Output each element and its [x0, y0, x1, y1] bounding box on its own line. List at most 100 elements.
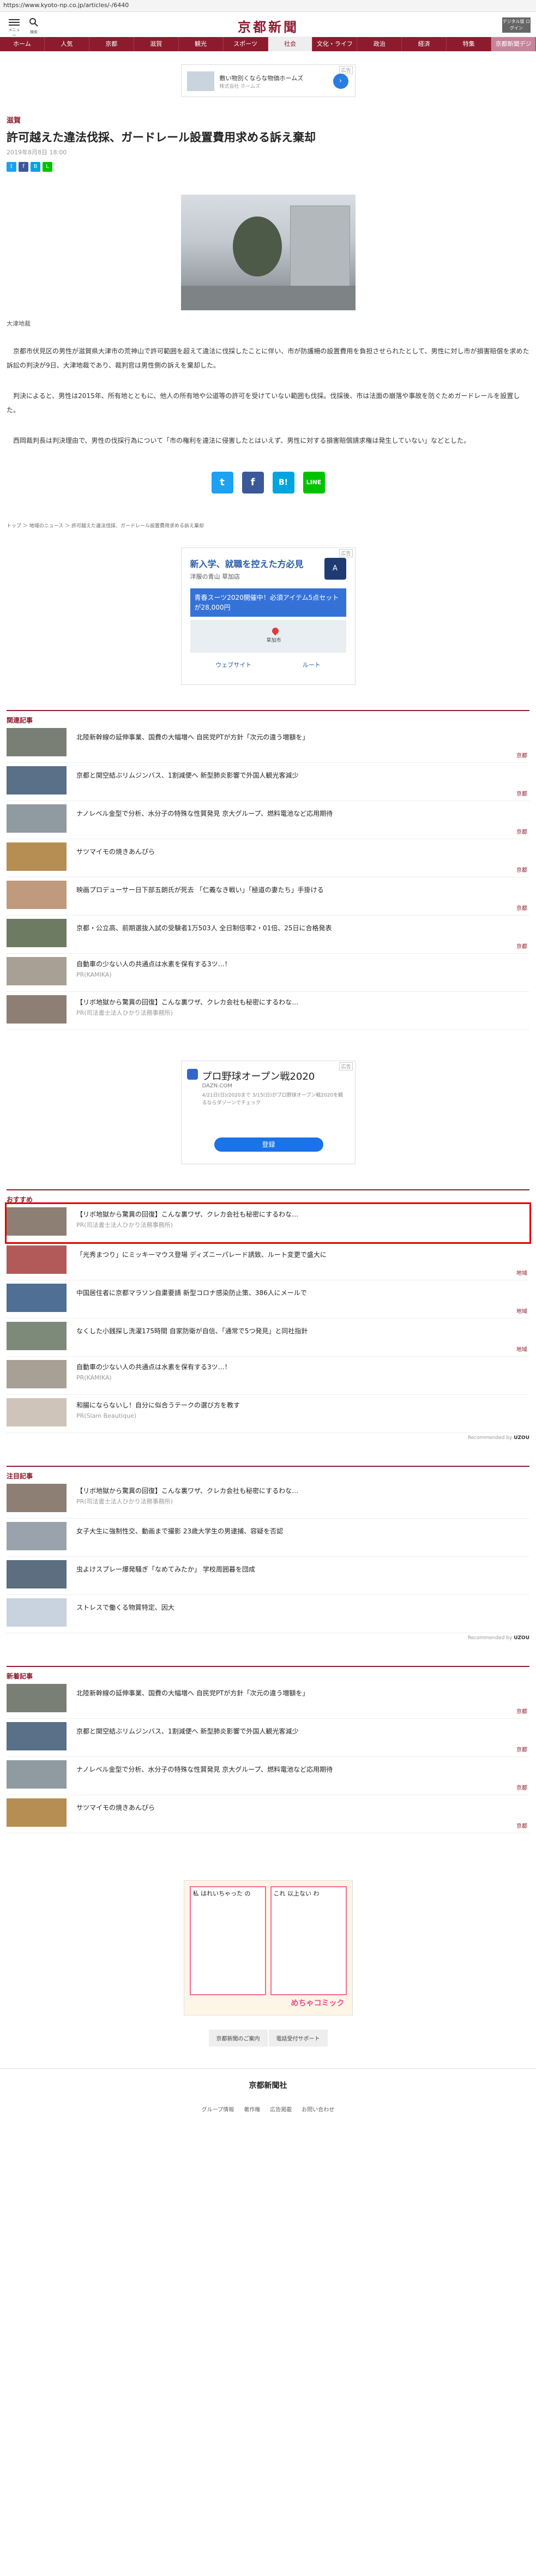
support-button[interactable]: 電話受付サポート	[268, 2030, 328, 2047]
thumbnail	[7, 728, 67, 756]
login-button[interactable]: デジタル版 ログイン	[502, 17, 531, 33]
nav-item-tourism[interactable]: 観光	[179, 37, 224, 51]
nav-item-economy[interactable]: 経済	[402, 37, 447, 51]
uzou-logo[interactable]: UZOU	[514, 1435, 529, 1441]
nav-item-culture[interactable]: 文化・ライフ	[312, 37, 358, 51]
list-item[interactable]: 女子大生に強制性交、動画まで撮影 23歳大学生の男逮捕、容疑を否認	[7, 1519, 529, 1557]
global-nav: ホーム 人気 京都 滋賀 観光 スポーツ 社会 文化・ライフ 政治 経済 特集 …	[0, 37, 536, 51]
thumbnail	[7, 957, 67, 985]
article-category[interactable]: 滋賀	[7, 115, 529, 125]
thumbnail	[7, 1522, 67, 1550]
address-bar[interactable]: https://www.kyoto-np.co.jp/articles/-/64…	[0, 0, 536, 12]
list-item[interactable]: 京都と関空結ぶリムジンバス、1割減便へ 新型肺炎影響で外国人観光客減少 京都	[7, 1719, 529, 1757]
site-logo[interactable]: 京都新聞	[224, 16, 313, 35]
list-item[interactable]: ナノレベル金型で分析、水分子の特殊な性質発見 京大グループ、燃料電池など応用期待…	[7, 1757, 529, 1795]
guide-button[interactable]: 京都新聞のご案内	[208, 2030, 268, 2047]
list-item[interactable]: ナノレベル金型で分析、水分子の特殊な性質発見 京大グループ、燃料電池など応用期待…	[7, 801, 529, 839]
twitter-share-button[interactable]: t	[211, 472, 233, 493]
menu-button[interactable]: メニュー	[8, 17, 21, 38]
nav-item-shiga[interactable]: 滋賀	[134, 37, 179, 51]
item-title: 和腸にならないし！自分に似合うテークの選び方を教す PR(Slam Beautiq…	[76, 1400, 240, 1421]
item-title: 虫よけスプレー爆発騒ぎ「なめてみたか」 学校周囲暮を団成	[76, 1566, 255, 1573]
search-button[interactable]: 検索	[27, 17, 40, 34]
brand-logo-icon: A	[324, 558, 346, 580]
nav-item-digital[interactable]: 京都新聞デジ	[491, 37, 536, 51]
article-paragraph: 京都市伏見区の男性が滋賀県大津市の荒神山で許可範囲を超えて違法に伐採したことに伴…	[7, 347, 529, 369]
list-item[interactable]: 【リボ地獄から驚異の回復】こんな裏ワザ、クレカ会社も秘密にするわな… PR(司法書…	[7, 1480, 529, 1519]
facebook-share-button[interactable]: f	[242, 472, 264, 493]
list-item[interactable]: なくした小銭探し洗濯175時間 自家防衛が自信、「通常で5つ発見」と同社指針 地域	[7, 1319, 529, 1357]
twitter-icon[interactable]: t	[7, 162, 16, 172]
list-item[interactable]: 北陸新幹線の延伸事業、国費の大幅増へ 自民党PTが方針「次元の違う増額を」 京都	[7, 725, 529, 763]
map-pin-label: 草加市	[266, 638, 281, 643]
thumbnail	[7, 1798, 67, 1827]
map-ad[interactable]: 広告 新入学、就職を控えた方必見 洋服の青山 草加店 A 青春スーツ2020開催…	[180, 547, 356, 685]
recommend-heading: おすすめ	[7, 1189, 529, 1204]
footer-link[interactable]: お問い合わせ	[302, 2105, 334, 2113]
related-list: 北陸新幹線の延伸事業、国費の大幅増へ 自民党PTが方針「次元の違う増額を」 京都 …	[7, 725, 529, 1030]
list-item[interactable]: ストレスで働くる物質特定、因大	[7, 1595, 529, 1633]
list-item[interactable]: 中国居住者に京都マラソン自粛要請 新型コロナ感染防止策、386人にメールで 地域	[7, 1280, 529, 1319]
list-item[interactable]: 自動車の少ない人の共通点は水素を保有する3ツ…！ PR(KAMIKA)	[7, 1357, 529, 1395]
list-item[interactable]: 虫よけスプレー爆発騒ぎ「なめてみたか」 学校周囲暮を団成	[7, 1557, 529, 1595]
ad-go-icon[interactable]: ›	[333, 74, 348, 89]
top-ad-banner[interactable]: 広告 敷い物別くならな物価ホームズ 株式会社 ホームズ ›	[180, 64, 356, 97]
nav-item-home[interactable]: ホーム	[0, 37, 45, 51]
latest-heading: 新着記事	[7, 1666, 529, 1681]
facebook-icon[interactable]: f	[19, 162, 28, 172]
ad-register-button[interactable]: 登録	[214, 1137, 323, 1152]
nav-item-popular[interactable]: 人気	[45, 37, 89, 51]
manga-ad[interactable]: 私 はれいちゃった の これ 以上ない わ めちゃコミック	[183, 1880, 353, 2015]
map-area[interactable]: 草加市	[190, 620, 346, 653]
nav-item-features[interactable]: 特集	[447, 37, 492, 51]
list-item[interactable]: 【リボ地獄から驚異の回復】こんな裏ワザ、クレカ会社も秘密にするわな… PR(司法書…	[7, 992, 529, 1030]
nav-item-politics[interactable]: 政治	[357, 37, 402, 51]
route-link[interactable]: ルート	[303, 660, 321, 669]
item-title: 「光秀まつり」にミッキーマウス登場 ディズニーパレード誘致、ルート変更で盛大に	[76, 1251, 327, 1259]
footer-link[interactable]: 広告掲載	[270, 2105, 292, 2113]
list-item[interactable]: 和腸にならないし！自分に似合うテークの選び方を教す PR(Slam Beautiq…	[7, 1395, 529, 1433]
list-item[interactable]: サツマイモの焼きあんぴら 京都	[7, 839, 529, 877]
share-bottom: t f B! LINE	[7, 472, 529, 493]
thumbnail	[7, 1484, 67, 1512]
thumbnail	[7, 881, 67, 909]
pr-label: PR(KAMIKA)	[76, 971, 112, 978]
footer-logo[interactable]: 京都新聞社	[0, 2080, 536, 2091]
item-title: サツマイモの焼きあんぴら	[76, 848, 155, 856]
hamburger-icon	[8, 19, 21, 26]
item-tag: 京都	[516, 944, 527, 950]
line-icon[interactable]: L	[43, 162, 52, 172]
line-share-button[interactable]: LINE	[303, 472, 325, 493]
item-title: ナノレベル金型で分析、水分子の特殊な性質発見 京大グループ、燃料電池など応用期待	[76, 1766, 333, 1773]
list-item[interactable]: 自動車の少ない人の共通点は水素を保有する3ツ…！ PR(KAMIKA)	[7, 954, 529, 992]
nav-item-society[interactable]: 社会	[268, 37, 313, 51]
list-item[interactable]: サツマイモの焼きあんぴら 京都	[7, 1795, 529, 1833]
uzou-logo[interactable]: UZOU	[514, 1635, 529, 1641]
list-item[interactable]: 「光秀まつり」にミッキーマウス登場 ディズニーパレード誘致、ルート変更で盛大に地…	[7, 1242, 529, 1280]
item-title: ナノレベル金型で分析、水分子の特殊な性質発見 京大グループ、燃料電池など応用期待	[76, 810, 333, 817]
list-item[interactable]: 北陸新幹線の延伸事業、国費の大幅増へ 自民党PTが方針「次元の違う増額を」 京都	[7, 1681, 529, 1719]
thumbnail	[7, 1684, 67, 1712]
hatena-icon[interactable]: B	[31, 162, 40, 172]
item-title: 映画プロデューサー日下部五朗氏が死去 「仁義なき戦い」「極道の妻たち」手掛ける	[76, 886, 324, 894]
list-item[interactable]: 映画プロデューサー日下部五朗氏が死去 「仁義なき戦い」「極道の妻たち」手掛ける京…	[7, 877, 529, 916]
footer-link[interactable]: 著作権	[244, 2105, 260, 2113]
article-paragraph: 西岡裁判長は判決理由で、男性の伐採行為について「市の権利を違法に侵害したとはいえ…	[13, 437, 470, 444]
mid-ad[interactable]: 広告 プロ野球オープン戦2020 DAZN.COM 4/21日(日)/2020ま…	[180, 1061, 356, 1164]
menu-label: メニュー	[8, 28, 20, 38]
manga-panel	[270, 1886, 347, 1995]
ad-tag: 広告	[339, 549, 353, 557]
hatena-share-button[interactable]: B!	[272, 472, 294, 493]
nav-item-sports[interactable]: スポーツ	[224, 37, 268, 51]
item-tag: 京都	[516, 906, 527, 912]
ad-sub: 株式会社 ホームズ	[219, 84, 261, 89]
footer-link[interactable]: グループ情報	[202, 2105, 234, 2113]
list-item[interactable]: 京都と関空結ぶリムジンバス、1割減便へ 新型肺炎影響で外国人観光客減少 京都	[7, 763, 529, 801]
nav-item-kyoto[interactable]: 京都	[89, 37, 134, 51]
item-title: なくした小銭探し洗濯175時間 自家防衛が自信、「通常で5つ発見」と同社指針	[76, 1327, 308, 1335]
website-link[interactable]: ウェブサイト	[215, 660, 251, 669]
list-item-highlighted[interactable]: 【リボ地獄から驚異の回復】こんな裏ワザ、クレカ会社も秘密にするわな… PR(司法書…	[5, 1202, 531, 1244]
thumbnail	[7, 995, 67, 1024]
breadcrumb[interactable]: トップ ＞ 地域のニュース ＞ 許可越えた違法伐採、ガードレール設置費用求める訴…	[7, 522, 529, 529]
list-item[interactable]: 京都・公立高、前期選抜入試の受験者1万503人 全日制倍率2・01倍、25日に合…	[7, 916, 529, 954]
